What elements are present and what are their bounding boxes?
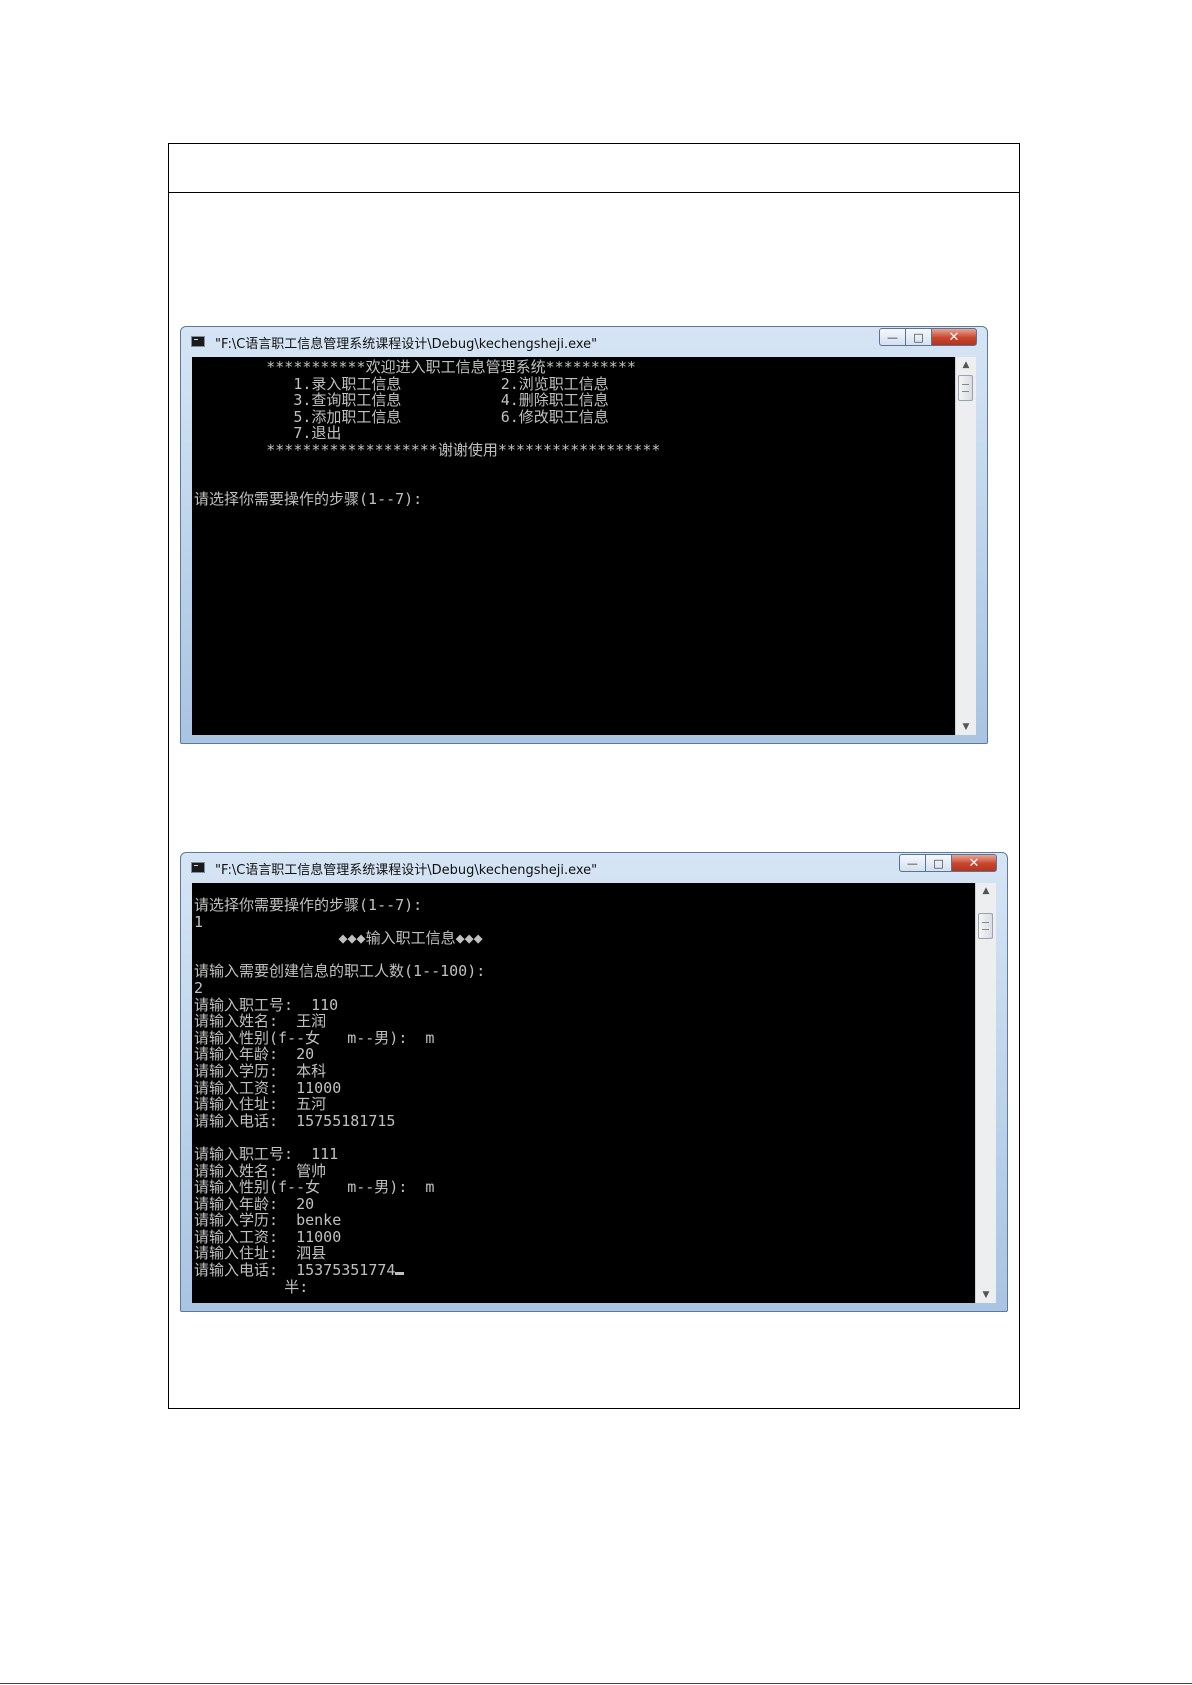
console-line: 请输入年龄: 20 (194, 1045, 315, 1064)
frame-header-row (169, 144, 1019, 193)
maximize-button[interactable]: □ (925, 854, 951, 872)
console-line: 请输入职工号: 110 (194, 995, 339, 1014)
console-line: 请输入需要创建信息的职工人数(1--100): (194, 962, 486, 981)
console-area[interactable]: 请选择你需要操作的步骤(1--7): 1 ◆◆◆输入职工信息◆◆◆ 请输入需要创… (192, 883, 996, 1303)
console-line: 请输入住址: 五河 (194, 1095, 327, 1114)
console-line: ◆◆◆输入职工信息◆◆◆ (194, 929, 483, 948)
console-line: 7.退出 (194, 424, 342, 442)
console-line: 请输入学历: 本科 (194, 1061, 327, 1080)
close-button[interactable]: ✕ (951, 854, 997, 872)
window-titlebar[interactable]: "F:\C语言职工信息管理系统课程设计\Debug\kechengsheji.e… (181, 853, 1007, 881)
console-line: 1 (194, 912, 204, 931)
minimize-button[interactable]: — (899, 854, 925, 872)
scroll-thumb[interactable] (958, 375, 973, 401)
console-line: 请输入工资: 11000 (194, 1227, 342, 1246)
console-line: 请选择你需要操作的步骤(1--7): (194, 896, 423, 914)
vertical-scrollbar[interactable]: ▲ ▼ (955, 357, 976, 735)
caption-buttons: — □ ✕ (899, 854, 997, 873)
console-line: 请输入性别(f--女 m--男): m (194, 1178, 435, 1197)
console-line: 请输入年龄: 20 (194, 1194, 315, 1213)
window-title: "F:\C语言职工信息管理系统课程设计\Debug\kechengsheji.e… (215, 337, 598, 352)
console-window-main-menu: "F:\C语言职工信息管理系统课程设计\Debug\kechengsheji.e… (180, 326, 988, 744)
vertical-scrollbar[interactable]: ▲ ▼ (975, 883, 996, 1303)
console-line: ***********欢迎进入职工信息管理系统********** (194, 358, 636, 376)
console-window-input-records: "F:\C语言职工信息管理系统课程设计\Debug\kechengsheji.e… (180, 852, 1008, 1312)
console-line: 1.录入职工信息 2.浏览职工信息 (194, 374, 609, 393)
console-input-line: 请输入电话: 15375351774 (194, 1261, 396, 1280)
console-line: 请输入住址: 泗县 (194, 1244, 327, 1263)
console-prompt: 请选择你需要操作的步骤(1--7): (194, 490, 423, 508)
scroll-up-arrow-icon[interactable]: ▲ (956, 357, 976, 373)
console-line: 请输入学历: benke (194, 1211, 342, 1230)
maximize-button[interactable]: □ (905, 328, 931, 346)
console-line: 5.添加职工信息 6.修改职工信息 (194, 407, 609, 426)
scroll-down-arrow-icon[interactable]: ▼ (976, 1287, 996, 1303)
scroll-up-arrow-icon[interactable]: ▲ (976, 883, 996, 899)
console-line: *******************谢谢使用*****************… (194, 440, 661, 459)
scroll-thumb[interactable] (978, 913, 993, 939)
console-app-icon (191, 336, 205, 347)
scroll-down-arrow-icon[interactable]: ▼ (956, 719, 976, 735)
console-line: 2 (194, 978, 204, 997)
window-titlebar[interactable]: "F:\C语言职工信息管理系统课程设计\Debug\kechengsheji.e… (181, 327, 987, 355)
close-button[interactable]: ✕ (931, 328, 977, 346)
console-app-icon (191, 862, 205, 873)
console-line: 请输入性别(f--女 m--男): m (194, 1028, 435, 1047)
text-cursor (395, 1272, 405, 1276)
console-output: ***********欢迎进入职工信息管理系统********** 1.录入职工… (192, 357, 956, 735)
page-footer-rule (0, 1683, 1192, 1684)
console-line: 请输入职工号: 111 (194, 1144, 339, 1163)
console-line: 请输入姓名: 王润 (194, 1012, 327, 1031)
console-line: 请输入工资: 11000 (194, 1078, 342, 1097)
console-line: 请输入姓名: 管帅 (194, 1161, 327, 1180)
caption-buttons: — □ ✕ (879, 328, 977, 347)
console-line: 3.查询职工信息 4.删除职工信息 (194, 391, 609, 409)
ime-status-line: 半: (194, 1277, 309, 1296)
minimize-button[interactable]: — (879, 328, 905, 346)
window-title: "F:\C语言职工信息管理系统课程设计\Debug\kechengsheji.e… (215, 863, 598, 878)
console-area[interactable]: ***********欢迎进入职工信息管理系统********** 1.录入职工… (192, 357, 976, 735)
console-output: 请选择你需要操作的步骤(1--7): 1 ◆◆◆输入职工信息◆◆◆ 请输入需要创… (192, 883, 976, 1303)
console-line: 请输入电话: 15755181715 (194, 1111, 396, 1130)
